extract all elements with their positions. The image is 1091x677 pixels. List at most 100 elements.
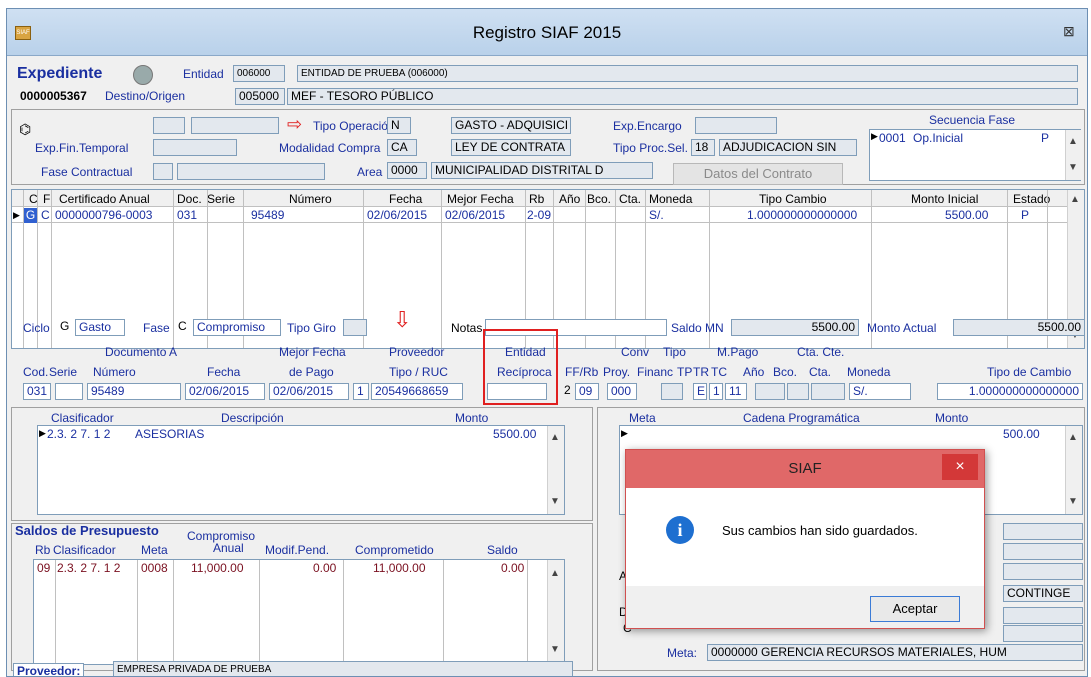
doc-cod-field[interactable]: 031 <box>23 383 51 400</box>
doc-anio-field[interactable] <box>755 383 785 400</box>
aceptar-button[interactable]: Aceptar <box>870 596 960 622</box>
grid-cell-moneda: S/. <box>649 208 664 222</box>
entidad-label: Entidad <box>183 67 224 81</box>
saldos-clasificador-header: Clasificador <box>53 543 116 557</box>
doc-bco-field[interactable] <box>787 383 809 400</box>
monto-actual-value: 5500.00 <box>953 319 1085 336</box>
fase-name: Compromiso <box>193 319 281 336</box>
grid-cell-certificado: 0000000796-0003 <box>55 208 153 222</box>
exp-fin-field[interactable] <box>153 139 237 156</box>
fase-contractual-code[interactable] <box>153 163 173 180</box>
doc-tipo-cambio-field[interactable]: 1.000000000000000 <box>937 383 1083 400</box>
doc-tr-field[interactable]: 1 <box>709 383 723 400</box>
fecha-label: Fecha <box>207 365 241 379</box>
entidad-code: 006000 <box>233 65 285 82</box>
saldos-modif-header: Modif.Pend. <box>265 543 330 557</box>
blank-field-1 <box>153 117 185 134</box>
saldos-comprometido: 11,000.00 <box>373 561 426 575</box>
destino-code: 005000 <box>235 88 285 105</box>
notas-label: Notas <box>451 321 483 335</box>
ciclo-code[interactable]: G <box>57 319 73 336</box>
descripcion-header: Descripción <box>221 411 284 425</box>
doc-de-pago-field[interactable]: 02/06/2015 <box>269 383 349 400</box>
meta-scrollbar[interactable]: ▲ ▼ <box>1065 426 1082 514</box>
doc-numero-field[interactable]: 95489 <box>87 383 181 400</box>
tipo-proc-code[interactable]: 18 <box>691 139 715 156</box>
expediente-number[interactable]: 0000005367 <box>17 89 101 106</box>
saldos-scrollbar[interactable]: ▲ ▼ <box>547 560 564 664</box>
secuencia-title: Secuencia Fase <box>929 113 1016 127</box>
meta-field-3 <box>1003 563 1083 580</box>
saldos-comprometido-header: Comprometido <box>355 543 434 557</box>
meta-bottom-label: Meta: <box>667 646 698 660</box>
fase-code[interactable]: C <box>175 319 191 336</box>
doc-serie-field[interactable] <box>55 383 83 400</box>
saldos-title: Saldos de Presupuesto <box>15 523 159 538</box>
datos-contrato-button[interactable]: Datos del Contrato <box>673 163 843 185</box>
doc-proy-field[interactable]: 000 <box>607 383 637 400</box>
secuencia-name[interactable]: Op.Inicial <box>913 131 963 146</box>
meta-field-1 <box>1003 523 1083 540</box>
status-dot-icon <box>133 65 153 85</box>
grid-h-f: F <box>43 192 51 206</box>
conv-label: Conv <box>621 345 650 359</box>
tipo-giro-label: Tipo Giro <box>287 321 336 335</box>
doc-tc-field[interactable]: 11 <box>725 383 747 400</box>
clasif-code[interactable]: 2.3. 2 7. 1 2 <box>47 427 110 442</box>
saldos-meta-header: Meta <box>141 543 168 557</box>
close-icon[interactable]: ⊠ <box>1063 23 1075 40</box>
red-down-arrow-icon: ⇩ <box>393 307 412 332</box>
area-name: MUNICIPALIDAD DISTRITAL D <box>431 162 653 179</box>
tr-label: TR <box>693 365 709 379</box>
saldos-anual: 11,000.00 <box>191 561 244 575</box>
doc-tipo-field[interactable]: 1 <box>353 383 369 400</box>
doc-rb-field[interactable]: 09 <box>575 383 599 400</box>
financ-label: Financ <box>637 365 674 379</box>
documento-a-label: Documento A <box>105 345 178 359</box>
tipo-proc-label: Tipo Proc.Sel. <box>613 141 688 155</box>
grid-h-tipo-cambio: Tipo Cambio <box>759 192 827 206</box>
saldos-saldo: 0.00 <box>501 561 525 575</box>
meta-monto-header: Monto <box>935 411 969 425</box>
grid-cell-mejor-fecha: 02/06/2015 <box>445 208 506 222</box>
row-pointer-icon: ▶ <box>871 131 878 141</box>
grid-cell-c: G <box>24 208 37 223</box>
doc-fecha-field[interactable]: 02/06/2015 <box>185 383 265 400</box>
fase-contractual-name <box>177 163 325 180</box>
doc-moneda-field[interactable]: S/. <box>849 383 911 400</box>
tipo-operacion-label: Tipo Operación <box>313 119 395 133</box>
binoculars-icon[interactable]: ⌬ <box>19 121 31 138</box>
secuencia-scrollbar[interactable]: ▲ ▼ <box>1065 130 1082 180</box>
grid-h-rb: Rb <box>529 192 545 206</box>
area-code[interactable]: 0000 <box>387 162 427 179</box>
secuencia-num[interactable]: 0001 <box>879 131 906 146</box>
tp-label: TP <box>677 365 693 379</box>
doc-ff-field[interactable]: 2 <box>561 383 575 400</box>
dialog-close-button[interactable]: × <box>942 454 978 480</box>
tipo-operacion-code[interactable]: N <box>387 117 411 134</box>
proveedor-name: EMPRESA PRIVADA DE PRUEBA <box>113 661 573 676</box>
cadena-header: Cadena Programática <box>743 411 860 425</box>
dialog-title: SIAF <box>788 460 822 477</box>
reciproca-highlight <box>483 329 558 405</box>
doc-financ-field[interactable] <box>661 383 683 400</box>
modalidad-code[interactable]: CA <box>387 139 417 156</box>
clasif-desc[interactable]: ASESORIAS <box>135 427 204 442</box>
clasificador-scrollbar[interactable]: ▲ ▼ <box>547 426 564 514</box>
clasif-monto: 5500.00 <box>493 427 537 441</box>
secuencia-state: P <box>1041 131 1050 145</box>
doc-tp-field[interactable]: E <box>693 383 707 400</box>
tipo-ruc-label: Tipo / RUC <box>389 365 448 379</box>
doc-ruc-field[interactable]: 20549668659 <box>371 383 463 400</box>
grid-cell-doc: 031 <box>177 208 198 222</box>
destino-label: Destino/Origen <box>105 89 186 103</box>
monto-header: Monto <box>455 411 489 425</box>
grid-h-bco: Bco. <box>587 192 612 206</box>
proveedor-label: Proveedor: <box>13 663 85 676</box>
ciclo-label: Ciclo <box>23 321 50 335</box>
tipo-giro-field[interactable] <box>343 319 367 336</box>
row-pointer-icon: ▶ <box>621 428 628 438</box>
doc-cta-field[interactable] <box>811 383 845 400</box>
grid-h-numero: Número <box>289 192 332 206</box>
exp-encargo-field[interactable] <box>695 117 777 134</box>
